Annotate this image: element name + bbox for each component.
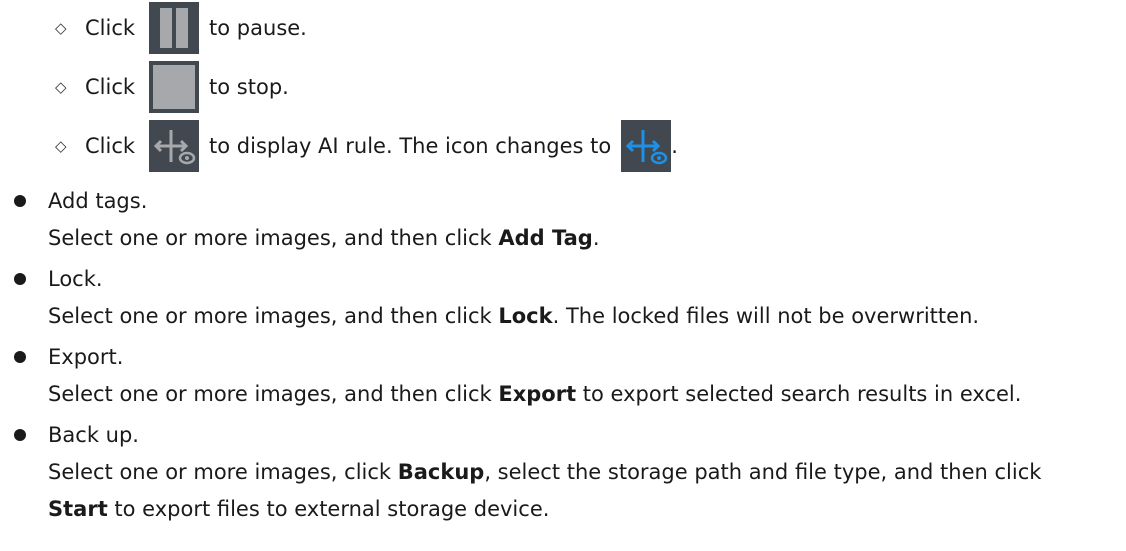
- click-text: Click: [85, 134, 136, 158]
- ui-term: Start: [48, 497, 108, 521]
- item-description-cont: Start to export files to external storag…: [48, 497, 550, 521]
- click-text: Click: [85, 16, 136, 40]
- item-description: Select one or more images, click Backup,…: [48, 460, 1042, 484]
- stop-instruction: ◇ Click to stop.: [55, 61, 289, 113]
- item-title: Export.: [48, 345, 124, 369]
- click-text: Click: [85, 75, 136, 99]
- ui-term: Lock: [498, 304, 553, 328]
- bullet-dot: [10, 425, 30, 445]
- diamond-bullet: ◇: [55, 78, 67, 96]
- bullet-dot: [10, 269, 30, 289]
- ai-rule-text: to display AI rule. The icon changes to: [209, 134, 612, 158]
- stop-icon[interactable]: [149, 61, 200, 113]
- ui-term: Add Tag: [498, 226, 593, 250]
- stop-text: to stop.: [209, 75, 289, 99]
- ui-term: Export: [498, 382, 577, 406]
- item-description: Select one or more images, and then clic…: [48, 226, 600, 250]
- ai-rule-icon[interactable]: [149, 120, 200, 172]
- pause-instruction: ◇ Click to pause.: [55, 2, 307, 54]
- item-description: Select one or more images, and then clic…: [48, 304, 980, 328]
- bullet-dot: [10, 347, 30, 367]
- item-description: Select one or more images, and then clic…: [48, 382, 1022, 406]
- item-title: Add tags.: [48, 189, 148, 213]
- bullet-dot: [10, 191, 30, 211]
- diamond-bullet: ◇: [55, 137, 67, 155]
- pause-icon[interactable]: [149, 2, 200, 54]
- item-title: Back up.: [48, 423, 139, 447]
- pause-text: to pause.: [209, 16, 307, 40]
- diamond-bullet: ◇: [55, 19, 67, 37]
- ai-rule-active-icon: [621, 120, 672, 172]
- period: .: [671, 134, 678, 158]
- item-title: Lock.: [48, 267, 103, 291]
- ui-term: Backup: [397, 460, 485, 484]
- ai-rule-instruction: ◇ Click to display AI rule. The icon cha…: [55, 120, 678, 172]
